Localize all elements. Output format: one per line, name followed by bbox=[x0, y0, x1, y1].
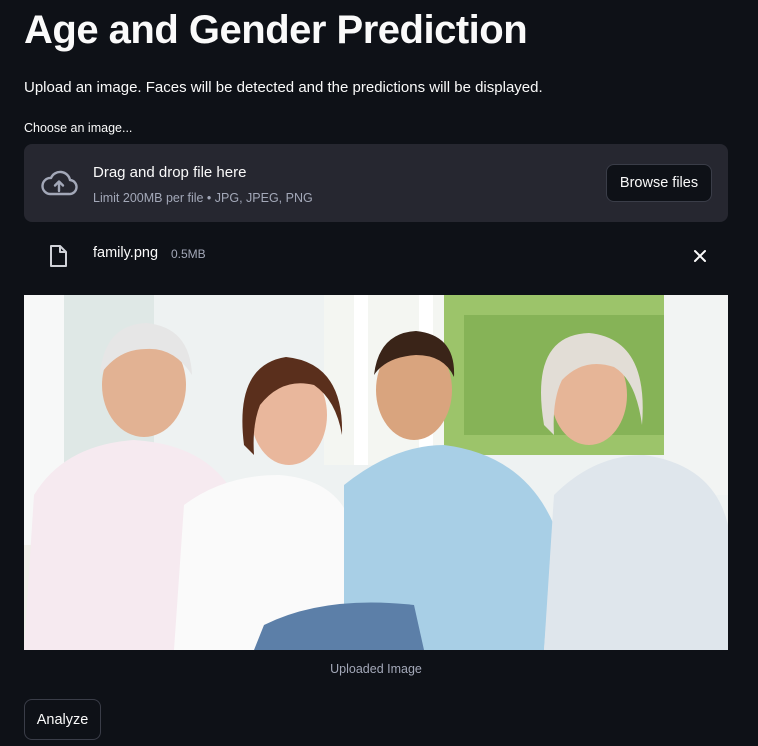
cloud-upload-icon bbox=[41, 170, 78, 196]
browse-files-button[interactable]: Browse files bbox=[606, 164, 712, 202]
page-subtitle: Upload an image. Faces will be detected … bbox=[24, 79, 543, 96]
uploaded-image bbox=[24, 295, 728, 650]
uploaded-file-row: family.png 0.5MB bbox=[24, 238, 728, 272]
uploaded-file-size: 0.5MB bbox=[171, 247, 206, 261]
uploaded-file-name: family.png bbox=[93, 245, 159, 261]
remove-file-button[interactable] bbox=[688, 244, 712, 268]
file-dropzone[interactable]: Drag and drop file here Limit 200MB per … bbox=[24, 144, 728, 222]
dropzone-instructions: Drag and drop file here bbox=[93, 164, 247, 181]
file-icon bbox=[50, 245, 67, 267]
uploader-label: Choose an image... bbox=[24, 121, 133, 135]
app-page: Age and Gender Prediction Upload an imag… bbox=[0, 0, 758, 746]
page-title: Age and Gender Prediction bbox=[24, 8, 528, 52]
close-icon bbox=[694, 250, 706, 262]
family-photo bbox=[24, 295, 728, 650]
image-caption: Uploaded Image bbox=[330, 662, 422, 676]
analyze-button[interactable]: Analyze bbox=[24, 699, 101, 740]
dropzone-limit-text: Limit 200MB per file • JPG, JPEG, PNG bbox=[93, 191, 313, 205]
